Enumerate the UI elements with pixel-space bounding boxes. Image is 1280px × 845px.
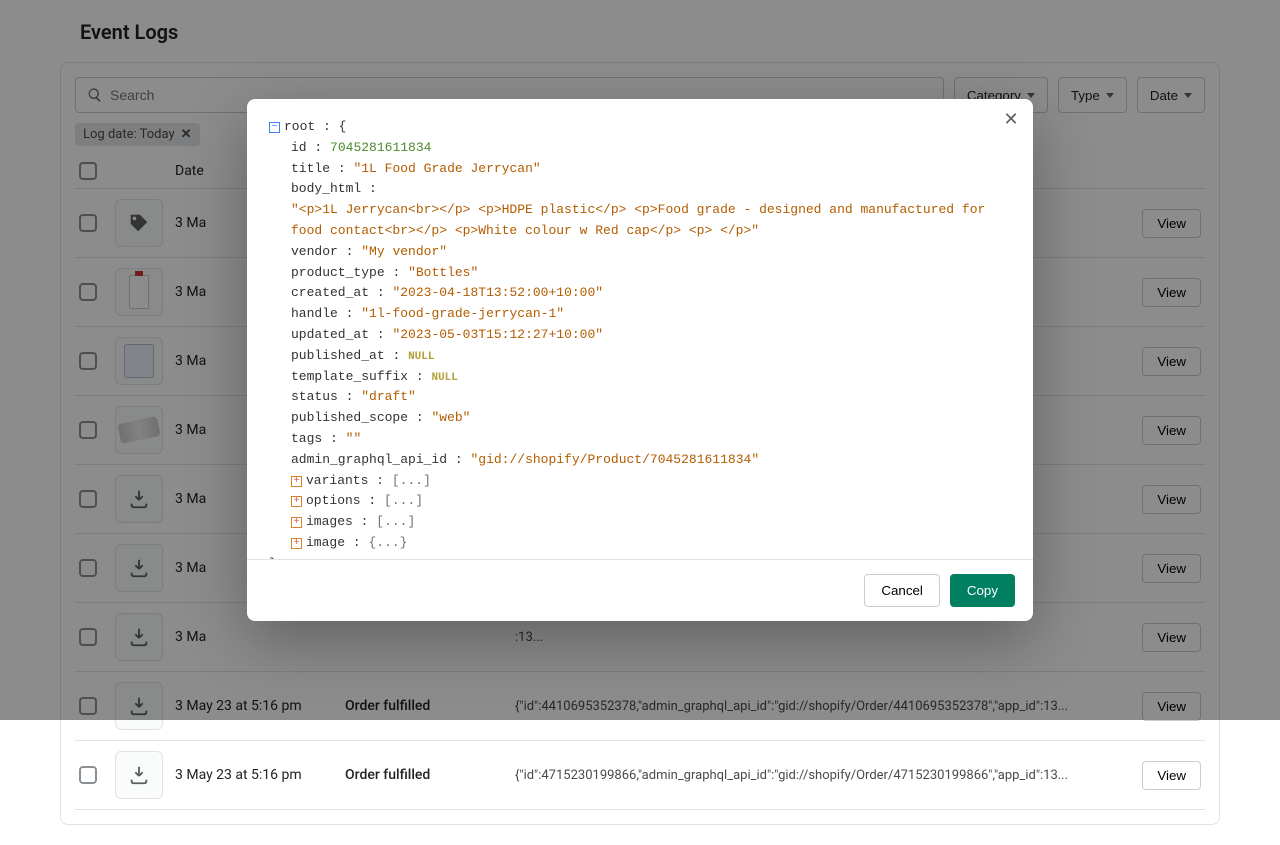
cancel-button[interactable]: Cancel <box>864 574 940 607</box>
collapse-icon[interactable]: − <box>269 122 280 133</box>
expand-icon[interactable]: + <box>291 476 302 487</box>
row-event: Order fulfilled <box>345 767 515 783</box>
row-thumbnail <box>115 751 163 799</box>
expand-icon[interactable]: + <box>291 496 302 507</box>
row-checkbox[interactable] <box>79 766 97 784</box>
copy-button[interactable]: Copy <box>950 574 1015 607</box>
row-date: 3 May 23 at 5:16 pm <box>175 767 345 783</box>
json-modal: ✕ −root : {id : 7045281611834title : "1L… <box>247 99 1033 621</box>
table-row: 3 May 23 at 5:16 pmOrder fulfilled{"id":… <box>75 741 1205 810</box>
expand-icon[interactable]: + <box>291 538 302 549</box>
view-button[interactable]: View <box>1142 761 1201 790</box>
close-button[interactable]: ✕ <box>999 107 1023 131</box>
json-viewer: −root : {id : 7045281611834title : "1L F… <box>247 99 1033 559</box>
expand-icon[interactable]: + <box>291 517 302 528</box>
row-content: {"id":4715230199866,"admin_graphql_api_i… <box>515 768 1121 783</box>
